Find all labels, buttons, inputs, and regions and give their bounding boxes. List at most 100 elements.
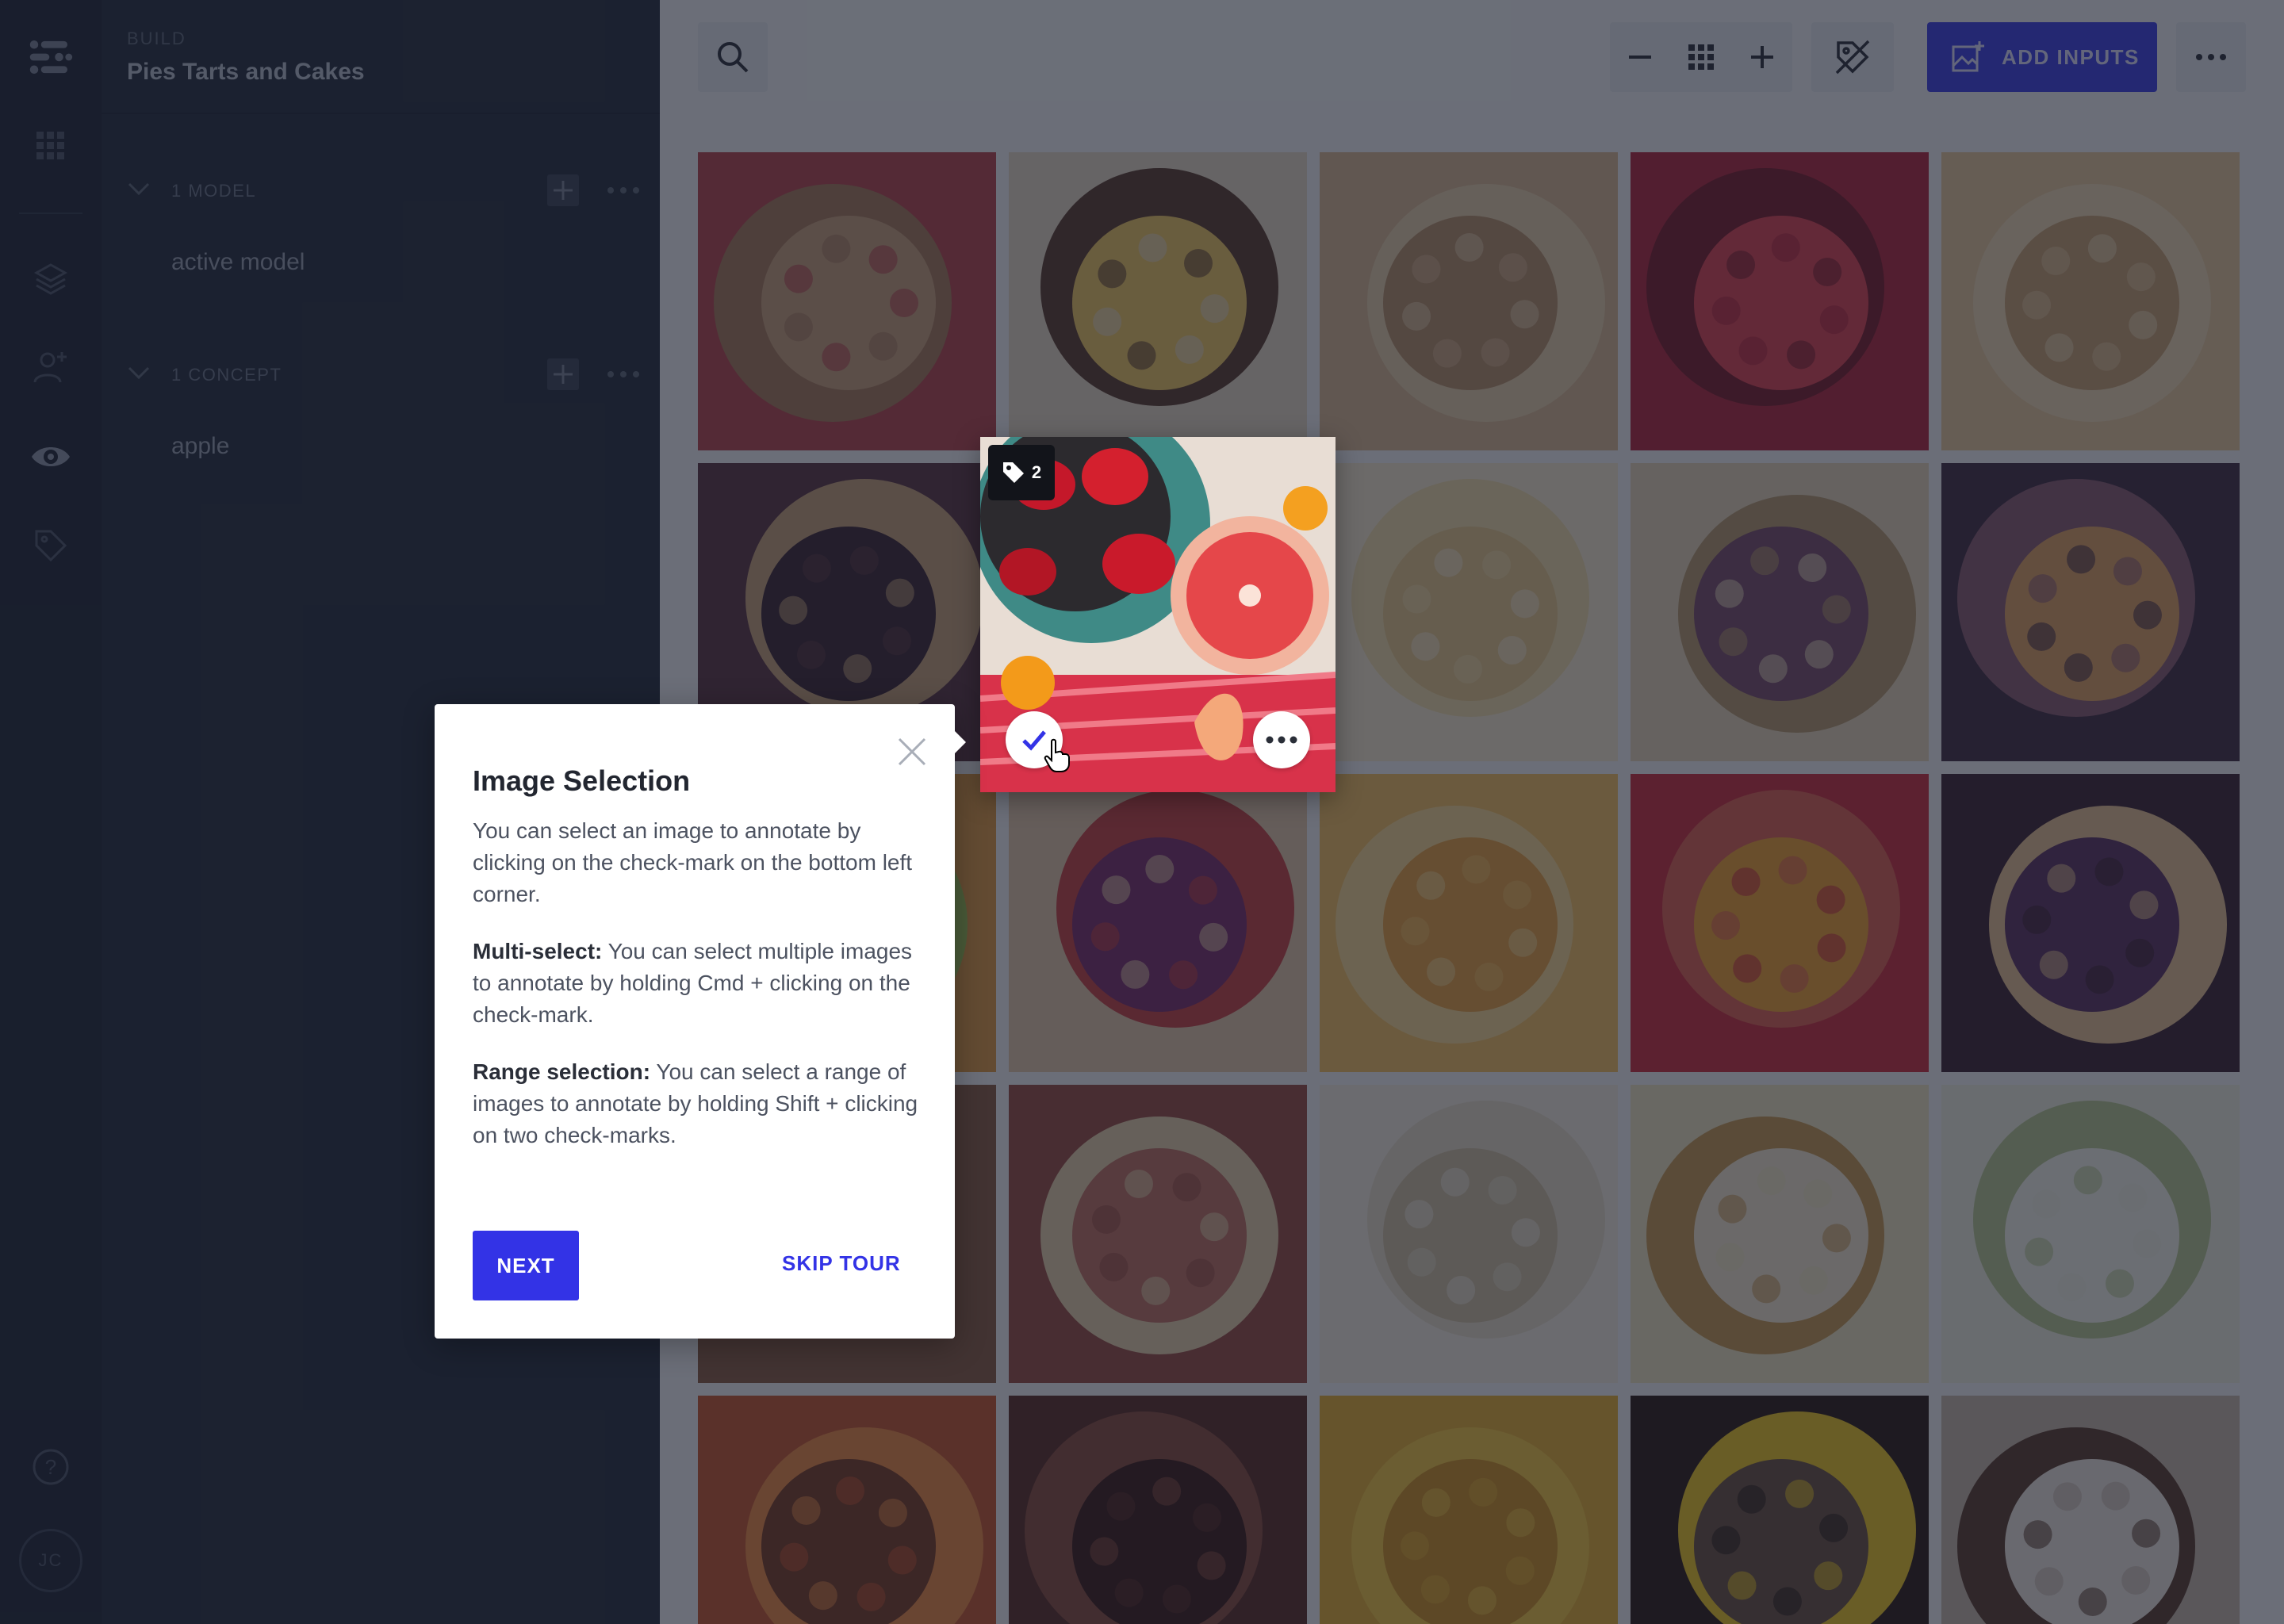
food-photo — [1009, 152, 1307, 450]
section-concepts[interactable]: 1 CONCEPT — [102, 350, 660, 398]
avatar[interactable]: JC — [19, 1529, 82, 1592]
food-photo — [1631, 463, 1929, 761]
chevron-down-icon[interactable] — [127, 365, 151, 382]
tag-icon[interactable] — [29, 523, 73, 568]
rail-divider — [19, 213, 82, 214]
add-model-button[interactable] — [547, 174, 579, 206]
add-concept-button[interactable] — [547, 358, 579, 390]
search-button[interactable] — [698, 22, 768, 92]
food-photo — [1320, 463, 1618, 761]
tag-icon — [1002, 462, 1024, 483]
image-tile[interactable] — [1631, 774, 1929, 1072]
image-tile[interactable] — [698, 152, 996, 450]
food-photo — [1631, 152, 1929, 450]
hand-cursor-icon — [1044, 738, 1070, 772]
food-photo — [1631, 1396, 1929, 1624]
image-tile[interactable] — [1631, 1396, 1929, 1624]
tag-count-badge: 2 — [988, 445, 1055, 500]
hide-tags-button[interactable] — [1811, 22, 1894, 92]
left-rail: ? JC — [0, 0, 102, 1624]
list-item-model[interactable]: active model — [171, 249, 305, 276]
layers-icon[interactable] — [29, 257, 73, 301]
tour-paragraph-1: You can select an image to annotate by c… — [473, 818, 913, 906]
search-icon — [718, 42, 749, 73]
zoom-control — [1610, 22, 1792, 92]
grid-view-icon[interactable] — [1687, 43, 1715, 71]
add-inputs-label: ADD INPUTS — [2002, 44, 2140, 69]
more-options-icon[interactable] — [606, 179, 641, 201]
food-photo — [1320, 152, 1618, 450]
add-user-icon[interactable] — [29, 344, 73, 389]
image-tile[interactable] — [1009, 774, 1307, 1072]
image-tile[interactable] — [1941, 774, 2240, 1072]
more-options-icon — [1266, 736, 1297, 744]
food-photo — [698, 1396, 996, 1624]
image-tile[interactable] — [1320, 774, 1618, 1072]
image-tile[interactable] — [1631, 152, 1929, 450]
food-photo — [1320, 1085, 1618, 1383]
food-photo — [1631, 774, 1929, 1072]
food-photo — [1941, 152, 2240, 450]
image-tile[interactable] — [1941, 152, 2240, 450]
tag-off-icon — [1835, 40, 1870, 75]
food-photo — [1320, 1396, 1618, 1624]
avatar-initials: JC — [38, 1550, 63, 1570]
image-tile[interactable] — [1009, 152, 1307, 450]
food-photo — [1009, 1396, 1307, 1624]
food-photo — [1941, 1396, 2240, 1624]
image-tile[interactable] — [1631, 463, 1929, 761]
add-inputs-button[interactable]: ADD INPUTS — [1927, 22, 2157, 92]
image-tile[interactable] — [1320, 463, 1618, 761]
more-options-icon — [2196, 54, 2226, 60]
clarifai-logo-icon[interactable] — [29, 35, 73, 79]
image-tile[interactable] — [1941, 1085, 2240, 1383]
tour-paragraph-3: Range selection: You can select a range … — [473, 1056, 922, 1151]
image-tile[interactable] — [1631, 1085, 1929, 1383]
zoom-out-icon[interactable] — [1626, 43, 1654, 71]
sidebar-kicker: BUILD — [127, 29, 186, 48]
image-tile[interactable] — [1009, 1085, 1307, 1383]
more-menu-button[interactable] — [2176, 22, 2246, 92]
list-item-concept[interactable]: apple — [171, 433, 229, 460]
sidebar-header: BUILD Pies Tarts and Cakes — [102, 0, 660, 114]
tag-count: 2 — [1031, 462, 1042, 482]
app-title[interactable]: Pies Tarts and Cakes — [127, 59, 365, 86]
image-tile[interactable] — [1941, 463, 2240, 761]
image-tile[interactable] — [1009, 1396, 1307, 1624]
plus-icon — [554, 181, 573, 200]
next-button[interactable]: NEXT — [473, 1231, 579, 1300]
skip-tour-link[interactable]: SKIP TOUR — [782, 1251, 901, 1276]
food-photo — [1941, 774, 2240, 1072]
help-label: ? — [45, 1455, 56, 1479]
close-icon[interactable] — [893, 733, 931, 771]
food-photo — [1009, 774, 1307, 1072]
tour-popover: Image Selection You can select an image … — [435, 704, 966, 1339]
popover-arrow — [953, 730, 966, 755]
image-tile[interactable] — [1320, 152, 1618, 450]
apps-grid-icon[interactable] — [29, 124, 73, 168]
tour-p2-heading: Multi-select: — [473, 939, 603, 963]
image-tile[interactable] — [1941, 1396, 2240, 1624]
tour-paragraph-2: Multi-select: You can select multiple im… — [473, 936, 922, 1031]
more-options-icon[interactable] — [606, 363, 641, 385]
image-tile[interactable] — [1320, 1396, 1618, 1624]
food-photo — [1009, 1085, 1307, 1383]
image-tile[interactable] — [698, 1396, 996, 1624]
zoom-in-icon[interactable] — [1748, 43, 1776, 71]
tour-title: Image Selection — [473, 764, 691, 797]
food-photo — [1320, 774, 1618, 1072]
help-icon[interactable]: ? — [29, 1445, 73, 1489]
eye-icon[interactable] — [29, 435, 73, 479]
section-models[interactable]: 1 MODEL — [102, 167, 660, 214]
section-label: 1 MODEL — [171, 181, 257, 201]
highlighted-image-tile[interactable]: 2 — [980, 437, 1336, 792]
food-photo — [1941, 1085, 2240, 1383]
food-photo — [698, 152, 996, 450]
image-tile[interactable] — [1320, 1085, 1618, 1383]
section-label: 1 CONCEPT — [171, 365, 282, 385]
food-photo — [1941, 463, 2240, 761]
chevron-down-icon[interactable] — [127, 181, 151, 198]
tile-options-button[interactable] — [1253, 711, 1310, 768]
add-image-icon — [1952, 41, 1984, 72]
food-photo — [1631, 1085, 1929, 1383]
